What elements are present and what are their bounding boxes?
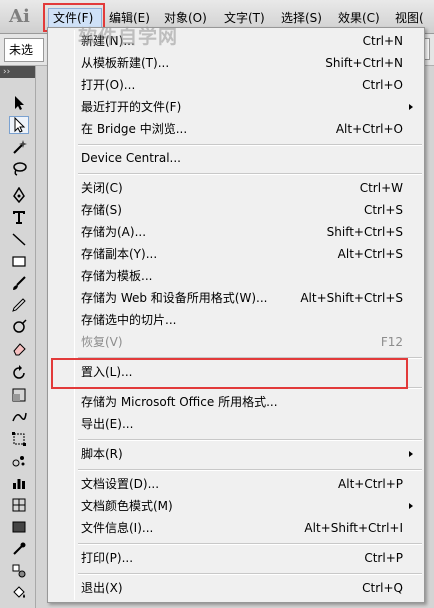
blob-brush-tool-icon[interactable]	[9, 318, 29, 336]
gradient-tool-icon[interactable]	[9, 518, 29, 536]
free-transform-tool-icon[interactable]	[9, 430, 29, 448]
menu-item-scripts[interactable]: 脚本(R)	[49, 443, 423, 465]
lasso-tool-icon[interactable]	[9, 160, 29, 178]
menu-item-shortcut: Alt+Shift+Ctrl+I	[304, 521, 403, 535]
app-logo: Ai	[9, 6, 30, 27]
menu-item-recent-files[interactable]: 最近打开的文件(F)	[49, 96, 423, 118]
menu-item-label: 关闭(C)	[81, 181, 123, 195]
menu-item-revert: 恢复(V) F12	[49, 331, 423, 353]
menu-item-label: 导出(E)...	[81, 417, 134, 431]
tools-panel: ››	[0, 66, 36, 608]
paintbrush-tool-icon[interactable]	[9, 274, 29, 292]
menu-item-save-as-template[interactable]: 存储为模板...	[49, 265, 423, 287]
rotate-tool-icon[interactable]	[9, 364, 29, 382]
menu-item-label: 打开(O)...	[81, 78, 136, 92]
menu-item-exit[interactable]: 退出(X) Ctrl+Q	[49, 577, 423, 599]
menu-item-save-a-copy[interactable]: 存储副本(Y)... Alt+Ctrl+S	[49, 243, 423, 265]
submenu-arrow-icon	[409, 503, 413, 509]
menu-item-label: 脚本(R)	[81, 447, 123, 461]
submenu-arrow-icon	[409, 104, 413, 110]
menu-effect[interactable]: 效果(C)	[338, 8, 380, 28]
menu-item-label: 最近打开的文件(F)	[81, 100, 182, 114]
menu-item-shortcut: Ctrl+W	[359, 181, 403, 195]
symbol-sprayer-tool-icon[interactable]	[9, 452, 29, 470]
menu-separator	[78, 469, 422, 471]
menu-item-document-color-mode[interactable]: 文档颜色模式(M)	[49, 495, 423, 517]
magic-wand-tool-icon[interactable]	[9, 138, 29, 156]
menu-item-shortcut: Ctrl+N	[362, 34, 403, 48]
menu-item-close[interactable]: 关闭(C) Ctrl+W	[49, 177, 423, 199]
menu-select[interactable]: 选择(S)	[281, 8, 322, 28]
menu-item-label: 存储为模板...	[81, 269, 153, 283]
menu-item-device-central[interactable]: Device Central...	[49, 147, 423, 169]
eyedropper-tool-icon[interactable]	[9, 540, 29, 558]
menu-item-shortcut: Alt+Ctrl+O	[335, 122, 403, 136]
menu-item-shortcut: F12	[380, 335, 403, 349]
menu-item-shortcut: Ctrl+O	[362, 78, 403, 92]
menu-item-new-from-template[interactable]: 从模板新建(T)... Shift+Ctrl+N	[49, 52, 423, 74]
place-item-highlight-box	[51, 358, 408, 389]
menu-item-shortcut: Ctrl+P	[364, 551, 403, 565]
menu-item-label: 打印(P)...	[81, 551, 134, 565]
menu-item-label: 文档颜色模式(M)	[81, 499, 173, 513]
menu-item-print[interactable]: 打印(P)... Ctrl+P	[49, 547, 423, 569]
menu-item-shortcut: Shift+Ctrl+S	[326, 225, 403, 239]
menu-item-save-as[interactable]: 存储为(A)... Shift+Ctrl+S	[49, 221, 423, 243]
menu-item-save-selected-slices[interactable]: 存储选中的切片...	[49, 309, 423, 331]
scale-tool-icon[interactable]	[9, 386, 29, 404]
menu-item-document-setup[interactable]: 文档设置(D)... Alt+Ctrl+P	[49, 473, 423, 495]
menu-item-label: 存储副本(Y)...	[81, 247, 158, 261]
direct-selection-tool-icon[interactable]	[9, 116, 29, 134]
mesh-tool-icon[interactable]	[9, 496, 29, 514]
menu-item-label: Device Central...	[81, 151, 181, 165]
menu-item-shortcut: Alt+Ctrl+S	[337, 247, 403, 261]
menu-item-save[interactable]: 存储(S) Ctrl+S	[49, 199, 423, 221]
line-tool-icon[interactable]	[9, 230, 29, 248]
rectangle-tool-icon[interactable]	[9, 252, 29, 270]
menu-item-label: 文档设置(D)...	[81, 477, 160, 491]
menu-separator	[78, 173, 422, 175]
menu-item-shortcut: Alt+Ctrl+P	[338, 477, 403, 491]
menu-item-shortcut: Alt+Shift+Ctrl+S	[300, 291, 403, 305]
menu-item-label: 存储(S)	[81, 203, 122, 217]
menu-item-shortcut: Ctrl+S	[363, 203, 403, 217]
menu-item-label: 存储选中的切片...	[81, 313, 177, 327]
type-tool-icon[interactable]	[9, 208, 29, 226]
menu-item-save-for-web[interactable]: 存储为 Web 和设备所用格式(W)... Alt+Shift+Ctrl+S	[49, 287, 423, 309]
menu-separator	[78, 439, 422, 441]
submenu-arrow-icon	[409, 451, 413, 457]
menu-view[interactable]: 视图(	[395, 8, 424, 28]
menu-item-file-info[interactable]: 文件信息(I)... Alt+Shift+Ctrl+I	[49, 517, 423, 539]
blend-tool-icon[interactable]	[9, 562, 29, 580]
eraser-tool-icon[interactable]	[9, 340, 29, 358]
menu-type[interactable]: 文字(T)	[224, 8, 265, 28]
menu-separator	[78, 573, 422, 575]
menu-item-shortcut: Ctrl+Q	[362, 581, 403, 595]
menu-item-export[interactable]: 导出(E)...	[49, 413, 423, 435]
menu-item-label: 恢复(V)	[81, 335, 123, 349]
menu-separator	[78, 543, 422, 545]
menu-item-label: 存储为 Microsoft Office 所用格式...	[81, 395, 278, 409]
menu-item-label: 存储为 Web 和设备所用格式(W)...	[81, 291, 268, 305]
menu-item-label: 退出(X)	[81, 581, 123, 595]
menu-separator	[78, 144, 422, 146]
file-menu-dropdown: 新建(N)... Ctrl+N 从模板新建(T)... Shift+Ctrl+N…	[47, 27, 425, 603]
live-paint-bucket-tool-icon[interactable]	[9, 584, 29, 602]
column-graph-tool-icon[interactable]	[9, 474, 29, 492]
warp-tool-icon[interactable]	[9, 408, 29, 426]
menu-item-label: 存储为(A)...	[81, 225, 147, 239]
selection-tool-icon[interactable]	[9, 94, 29, 112]
menu-item-label: 在 Bridge 中浏览...	[81, 122, 188, 136]
pencil-tool-icon[interactable]	[9, 296, 29, 314]
menu-item-shortcut: Shift+Ctrl+N	[325, 56, 403, 70]
menu-item-label: 从模板新建(T)...	[81, 56, 170, 70]
menu-item-label: 文件信息(I)...	[81, 521, 154, 535]
selection-status: 未选	[4, 38, 44, 62]
watermark-text: 软件自学网	[78, 26, 179, 48]
menu-item-browse-in-bridge[interactable]: 在 Bridge 中浏览... Alt+Ctrl+O	[49, 118, 423, 140]
menu-item-open[interactable]: 打开(O)... Ctrl+O	[49, 74, 423, 96]
tools-panel-collapse[interactable]: ››	[0, 66, 35, 78]
menu-item-save-for-office[interactable]: 存储为 Microsoft Office 所用格式...	[49, 391, 423, 413]
pen-tool-icon[interactable]	[9, 186, 29, 204]
